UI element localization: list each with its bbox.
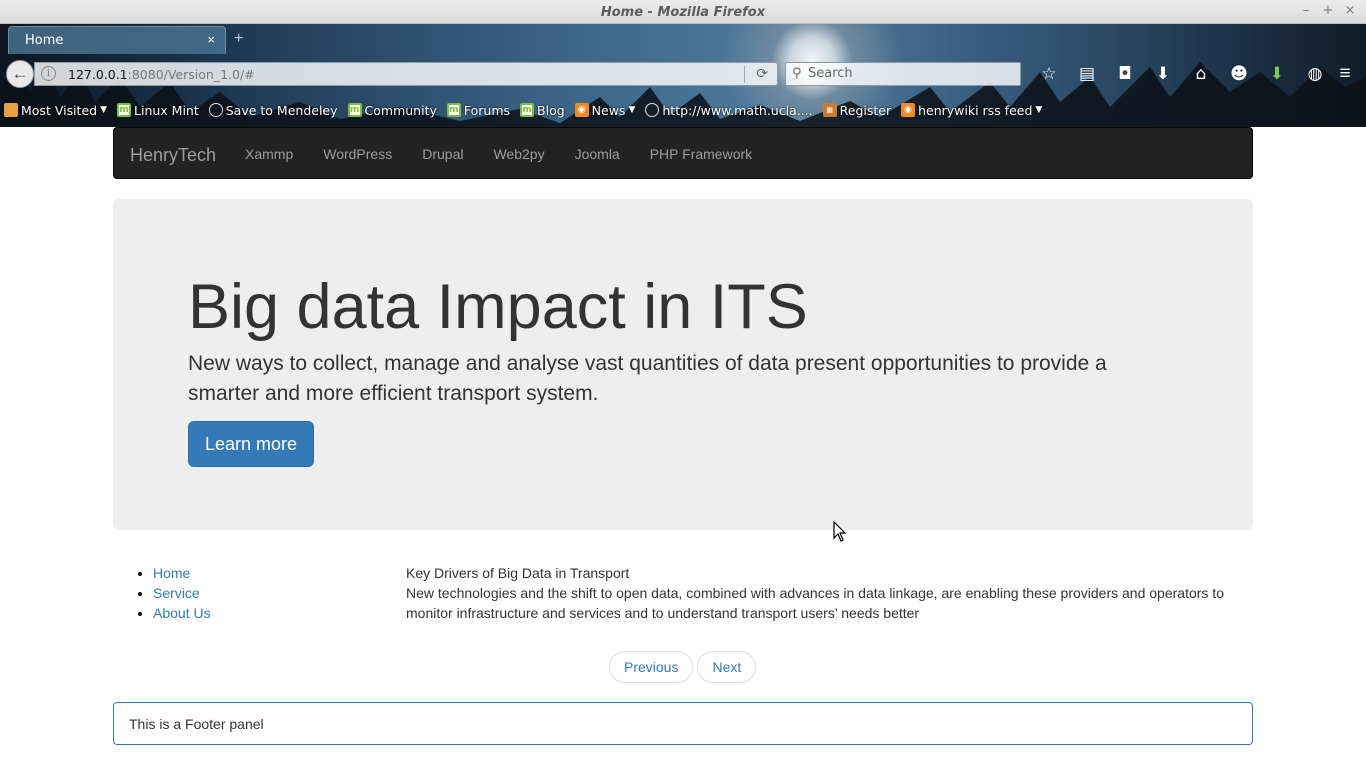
back-arrow-icon: ←: [11, 64, 29, 83]
folder-icon: [4, 103, 18, 117]
window-title: Home - Mozilla Firefox: [600, 5, 766, 20]
search-icon: ⚲: [792, 65, 802, 80]
app-icon: ▦: [822, 103, 837, 117]
globe-icon[interactable]: ◍: [1296, 62, 1334, 86]
tab-home[interactable]: Home ×: [8, 26, 226, 54]
list-item: About Us: [153, 603, 211, 623]
nav-link-wordpress[interactable]: WordPress: [308, 146, 407, 162]
window-controls: – + ×: [1298, 3, 1358, 19]
url-separator: [744, 66, 745, 83]
close-tab-icon[interactable]: ×: [207, 32, 215, 47]
download-icon[interactable]: ⬇: [1144, 62, 1182, 86]
search-input[interactable]: [808, 66, 1008, 81]
next-button[interactable]: Next: [697, 651, 757, 683]
nav-link-drupal[interactable]: Drupal: [407, 146, 478, 162]
url-text[interactable]: 127.0.0.1:8080/Version_1.0/#: [68, 67, 255, 82]
pager: Previous Next: [609, 651, 757, 683]
maximize-button[interactable]: +: [1320, 3, 1336, 19]
browser-chrome: Home × + i 127.0.0.1:8080/Version_1.0/# …: [0, 24, 1366, 127]
bookmark-news[interactable]: ◉ News ▼: [574, 103, 636, 118]
home-icon[interactable]: ⌂: [1182, 62, 1220, 86]
linux-mint-icon: m: [117, 103, 132, 117]
sidebar-links: Home Service About Us: [153, 563, 211, 623]
footer-panel: This is a Footer panel: [113, 702, 1253, 745]
reading-list-icon[interactable]: ▤: [1068, 62, 1106, 86]
jumbotron: Big data Impact in ITS New ways to colle…: [113, 199, 1253, 530]
linux-mint-icon: m: [520, 103, 535, 117]
bookmark-forums[interactable]: m Forums: [446, 103, 510, 118]
linux-mint-icon: m: [446, 103, 461, 117]
url-bar[interactable]: i 127.0.0.1:8080/Version_1.0/# ⟳: [34, 62, 778, 86]
bookmark-community[interactable]: m Community: [347, 103, 437, 118]
list-item: Service: [153, 583, 211, 603]
bookmark-henrywiki-rss[interactable]: ◉ henrywiki rss feed ▼: [901, 103, 1042, 118]
bookmark-register[interactable]: ▦ Register: [822, 103, 891, 118]
close-window-button[interactable]: ×: [1342, 3, 1358, 19]
site-navbar: HenryTech Xammp WordPress Drupal Web2py …: [113, 127, 1253, 179]
minimize-button[interactable]: –: [1298, 3, 1314, 19]
search-bar[interactable]: ⚲: [785, 62, 1021, 86]
content-body: New technologies and the shift to open d…: [406, 585, 1224, 621]
bookmark-math-ucla[interactable]: http://www.math.ucla....: [645, 103, 813, 118]
chevron-down-icon: ▼: [1035, 105, 1043, 115]
site-brand[interactable]: HenryTech: [130, 145, 216, 166]
tab-title: Home: [25, 33, 64, 48]
content-title: Key Drivers of Big Data in Transport: [406, 565, 630, 581]
learn-more-button[interactable]: Learn more: [188, 421, 314, 467]
smiley-icon[interactable]: ☻: [1220, 62, 1258, 86]
pocket-icon[interactable]: ◘: [1106, 62, 1144, 86]
content-section: Key Drivers of Big Data in Transport New…: [406, 563, 1252, 623]
linux-mint-icon: m: [347, 103, 362, 117]
sidebar-link-home[interactable]: Home: [153, 565, 190, 581]
nav-link-joomla[interactable]: Joomla: [560, 146, 635, 162]
bookmarks-toolbar: Most Visited ▼ m Linux Mint Save to Mendel…: [0, 98, 1366, 122]
rss-icon: ◉: [901, 103, 916, 117]
green-arrow-icon[interactable]: ⬇: [1258, 62, 1296, 86]
menu-icon[interactable]: ≡: [1334, 62, 1356, 86]
bookmark-linux-mint[interactable]: m Linux Mint: [117, 103, 199, 118]
star-icon[interactable]: ☆: [1030, 62, 1068, 86]
nav-link-xammp[interactable]: Xammp: [230, 146, 308, 162]
globe-icon: [645, 103, 660, 117]
window-titlebar: Home - Mozilla Firefox – + ×: [0, 0, 1366, 24]
chevron-down-icon: ▼: [100, 105, 108, 115]
page-content: HenryTech Xammp WordPress Drupal Web2py …: [0, 127, 1366, 768]
list-item: Home: [153, 563, 211, 583]
bookmark-blog[interactable]: m Blog: [520, 103, 565, 118]
footer-text: This is a Footer panel: [129, 716, 264, 732]
mouse-cursor-icon: [833, 521, 847, 542]
navigation-toolbar: i 127.0.0.1:8080/Version_1.0/# ⟳ ← ⚲ ☆ ▤…: [0, 56, 1366, 92]
previous-button[interactable]: Previous: [609, 651, 694, 683]
new-tab-icon[interactable]: +: [234, 30, 243, 48]
chevron-down-icon: ▼: [628, 105, 636, 115]
hero-lead: New ways to collect, manage and analyse …: [188, 352, 1107, 405]
sidebar-link-service[interactable]: Service: [153, 585, 200, 601]
nav-link-php-framework[interactable]: PHP Framework: [635, 146, 767, 162]
back-button[interactable]: ←: [6, 60, 34, 88]
sidebar-link-about-us[interactable]: About Us: [153, 605, 211, 621]
info-icon[interactable]: i: [41, 66, 56, 81]
hero-heading: Big data Impact in ITS: [188, 272, 808, 342]
globe-icon: [208, 103, 223, 117]
bookmark-save-to-mendeley[interactable]: Save to Mendeley: [208, 103, 338, 118]
reload-icon[interactable]: ⟳: [756, 65, 768, 82]
nav-link-web2py[interactable]: Web2py: [478, 146, 559, 162]
site-nav-links: Xammp WordPress Drupal Web2py Joomla PHP…: [230, 128, 767, 180]
rss-icon: ◉: [574, 103, 589, 117]
toolbar-icons: ☆ ▤ ◘ ⬇ ⌂ ☻ ⬇ ◍: [1030, 62, 1334, 86]
bookmark-most-visited[interactable]: Most Visited ▼: [4, 103, 107, 118]
